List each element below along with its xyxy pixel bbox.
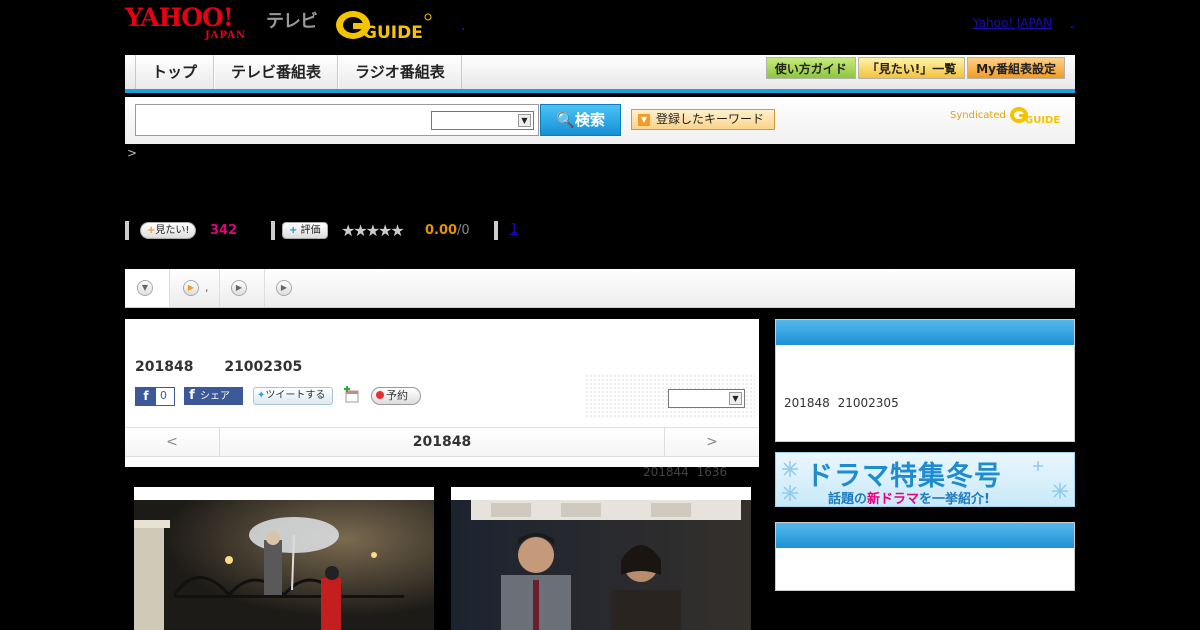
pager-prev-button[interactable]: <: [125, 428, 220, 457]
tab-reviews[interactable]: ▶: [265, 269, 310, 307]
banner-subtitle: 話題の新ドラマを一挙紹介!: [828, 488, 990, 507]
banner-subtitle-a: 話題の: [828, 492, 868, 507]
play-icon: ▶: [276, 280, 292, 296]
header-dot: [462, 28, 464, 30]
want-count: 342: [210, 223, 238, 238]
record-icon: [376, 391, 384, 399]
nav-tab-radio-schedule[interactable]: ラジオ番組表: [338, 55, 462, 89]
nav-right-buttons: 使い方ガイド 「見たい!」一覧 My番組表設定: [765, 57, 1065, 79]
pager-next-button[interactable]: >: [664, 428, 759, 457]
sidebar-box-2: [775, 522, 1075, 591]
sidebar-datetime: 201848 21002305: [784, 396, 899, 410]
photo-umbrella-scene: [134, 500, 434, 630]
search-bar: ▼ 🔍検索 ▼ 登録したキーワード Syndicated GUIDE: [125, 97, 1075, 144]
facebook-like-count: 0: [160, 389, 167, 402]
main-nav: トップ テレビ番組表 ラジオ番組表 使い方ガイド 「見たい!」一覧 My番組表設…: [125, 55, 1075, 93]
gguide-logo-icon: GUIDE: [336, 11, 432, 43]
triangle-down-icon: ▼: [638, 113, 650, 126]
chevron-down-icon: ▼: [137, 280, 153, 296]
rating-count: /0: [457, 223, 470, 238]
nav-tab-top[interactable]: トップ: [135, 55, 215, 89]
tab-episodes[interactable]: ▶ ,: [170, 269, 220, 307]
facebook-icon: f: [189, 388, 195, 403]
reserve-label: 予約: [386, 389, 408, 402]
yahoo-japan-logo[interactable]: YAHOO! JAPAN: [125, 3, 261, 42]
yahoo-logo-sub: JAPAN: [205, 30, 247, 41]
my-schedule-settings-button[interactable]: My番組表設定: [967, 57, 1065, 79]
updated-timestamp: 201844 1636: [643, 465, 728, 479]
divider-bar: [271, 221, 275, 240]
nav-tab-tv-schedule[interactable]: テレビ番組表: [214, 55, 339, 89]
header-dot: [1071, 26, 1073, 28]
photo-couple-scene: [451, 500, 751, 630]
tv-label: テレビ: [266, 11, 318, 32]
breadcrumb: >: [127, 146, 138, 160]
tab-cast[interactable]: ▶: [220, 269, 265, 307]
facebook-share-button[interactable]: f シェア: [184, 387, 243, 405]
gguide-logo[interactable]: GUIDE: [335, 6, 433, 43]
program-tabstrip: ▼ ▶ , ▶ ▶: [125, 269, 1075, 308]
pager-current-date: 201848: [412, 434, 472, 450]
play-icon: ▶: [183, 280, 199, 296]
yahoo-logo-text: YAHOO!: [125, 3, 234, 32]
nav-tabs: トップ テレビ番組表 ラジオ番組表: [135, 55, 462, 89]
tweet-label: ツイートする: [265, 390, 326, 401]
registered-keywords-label: 登録したキーワード: [656, 112, 765, 126]
add-calendar-button[interactable]: [343, 386, 361, 404]
banner-subtitle-c: を一挙紹介!: [919, 492, 990, 507]
search-button[interactable]: 🔍検索: [540, 104, 621, 136]
divider-bar: [494, 221, 498, 240]
program-photo-1[interactable]: [134, 487, 434, 630]
gguide-small-logo-icon: GUIDE: [1010, 107, 1060, 126]
yahoo-japan-link[interactable]: Yahoo! JAPAN: [973, 16, 1052, 30]
sidebar-program-info: 201848 21002305: [775, 319, 1075, 442]
chevron-down-icon: ▼: [729, 392, 742, 405]
tab-episodes-label: ,: [205, 281, 209, 294]
syndicated-label: Syndicated: [950, 110, 1006, 121]
rate-button[interactable]: + 評価: [282, 222, 328, 239]
tweet-button[interactable]: ✦ツイートする: [253, 387, 333, 405]
search-category-select[interactable]: ▼: [431, 111, 534, 130]
rate-button-label: 評価: [300, 225, 321, 236]
want-button[interactable]: +見たい!: [140, 222, 197, 239]
star-rating: ★★★★★: [341, 221, 405, 240]
want-list-button[interactable]: 「見たい!」一覧: [857, 57, 966, 79]
rating-score: 0.00: [425, 223, 458, 238]
date-pager: < 201848 >: [125, 427, 759, 457]
registered-keywords-button[interactable]: ▼ 登録したキーワード: [631, 109, 775, 130]
sidebar-header: [776, 320, 1074, 345]
broadcast-datetime: 201848 21002305: [135, 359, 303, 375]
recorder-select[interactable]: ▼: [668, 389, 745, 408]
drama-feature-banner[interactable]: ドラマ特集冬号 話題の新ドラマを一挙紹介!: [775, 452, 1075, 507]
calendar-add-icon: [344, 386, 359, 403]
banner-subtitle-b: 新ドラマ: [867, 492, 920, 507]
divider-bar: [125, 221, 129, 240]
svg-text:GUIDE: GUIDE: [363, 23, 423, 42]
want-button-label: 見たい!: [155, 225, 190, 236]
reserve-button[interactable]: 予約: [371, 387, 421, 405]
facebook-icon: f: [136, 388, 156, 405]
usage-guide-button[interactable]: 使い方ガイド: [765, 57, 856, 79]
tab-overview[interactable]: ▼: [125, 269, 170, 307]
search-button-label: 検索: [574, 111, 605, 129]
syndicated-gguide: Syndicated GUIDE: [950, 104, 1067, 126]
play-icon: ▶: [231, 280, 247, 296]
search-icon: 🔍: [556, 111, 575, 129]
program-main-panel: 201848 21002305 f 0 f シェア ✦ツイートする 予約 ▼ < …: [125, 319, 759, 467]
plus-icon: +: [289, 225, 298, 236]
program-photo-2[interactable]: [451, 487, 751, 630]
svg-text:GUIDE: GUIDE: [1025, 115, 1060, 126]
facebook-share-label: シェア: [200, 391, 230, 402]
sidebar-header: [776, 523, 1074, 548]
chevron-down-icon: ▼: [518, 114, 531, 127]
review-link[interactable]: 1: [510, 222, 518, 237]
facebook-like-button[interactable]: f 0: [135, 387, 175, 406]
